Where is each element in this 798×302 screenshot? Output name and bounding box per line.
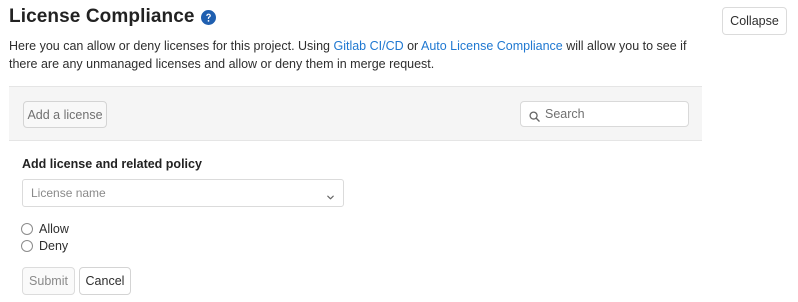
add-license-button[interactable]: Add a license [23, 101, 107, 128]
allow-radio-label[interactable]: Allow [39, 222, 69, 236]
description-text: Here you can allow or deny licenses for … [9, 39, 334, 53]
question-circle-icon[interactable] [200, 10, 216, 25]
auto-license-compliance-link[interactable]: Auto License Compliance [421, 39, 563, 53]
deny-radio-option[interactable]: Deny [21, 239, 68, 253]
description-text: or [403, 39, 421, 53]
license-toolbar: Add a license [9, 86, 702, 141]
deny-radio[interactable] [21, 240, 33, 252]
license-name-select[interactable]: License name [22, 179, 344, 207]
chevron-down-icon [326, 189, 335, 200]
cancel-button[interactable]: Cancel [79, 267, 131, 295]
page-title: License Compliance [9, 6, 195, 27]
search-icon [529, 109, 540, 122]
license-name-placeholder: License name [31, 186, 106, 200]
deny-radio-label[interactable]: Deny [39, 239, 68, 253]
search-input[interactable] [545, 107, 685, 121]
section-description: Here you can allow or deny licenses for … [9, 37, 709, 73]
collapse-button[interactable]: Collapse [722, 7, 787, 35]
license-compliance-page: License Compliance Collapse Here you can… [0, 0, 798, 302]
allow-radio-option[interactable]: Allow [21, 222, 69, 236]
submit-button[interactable]: Submit [22, 267, 75, 295]
gitlab-ci-cd-link[interactable]: Gitlab CI/CD [333, 39, 403, 53]
search-box[interactable] [520, 101, 689, 127]
add-license-form-label: Add license and related policy [22, 157, 202, 171]
allow-radio[interactable] [21, 223, 33, 235]
title-row: License Compliance [9, 6, 216, 28]
